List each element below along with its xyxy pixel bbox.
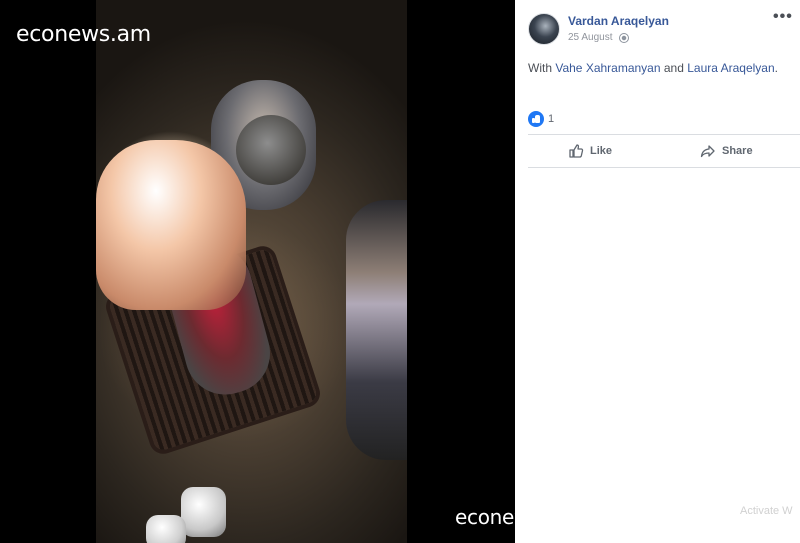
divider	[528, 167, 800, 168]
reactions-summary[interactable]: 1	[528, 110, 554, 128]
share-button-label: Share	[722, 145, 753, 157]
like-button[interactable]: Like	[568, 141, 612, 161]
with-end-punct: .	[774, 61, 778, 75]
divider	[528, 134, 800, 135]
globe-icon	[619, 33, 629, 43]
tagged-people: With Vahe Xahramanyan and Laura Araqelya…	[528, 61, 778, 75]
more-options-icon[interactable]: •••	[773, 9, 793, 26]
like-reaction-icon	[528, 111, 544, 127]
with-conjunction: and	[663, 61, 684, 75]
photo-viewer[interactable]: econews.am	[0, 0, 515, 543]
tagged-person-link[interactable]: Laura Araqelyan	[687, 61, 774, 75]
share-icon	[700, 143, 716, 159]
avatar[interactable]	[528, 13, 560, 45]
activate-windows-watermark: Activate W	[740, 505, 793, 517]
watermark-top: econews.am	[16, 22, 151, 47]
tagged-person-link[interactable]: Vahe Xahramanyan	[555, 61, 660, 75]
photo-person-right	[346, 200, 407, 460]
thumbs-up-icon	[568, 143, 584, 159]
photo-bottle	[181, 487, 226, 537]
like-count: 1	[548, 113, 555, 125]
share-button[interactable]: Share	[700, 141, 753, 161]
photo-person-head	[236, 115, 306, 185]
like-button-label: Like	[590, 145, 613, 157]
photo-person-left	[96, 140, 246, 310]
post-sidebar: Vardan Araqelyan 25 August ••• With Vahe…	[515, 0, 800, 543]
post-photo[interactable]	[96, 0, 407, 543]
photo-bottle	[146, 515, 186, 543]
post-date[interactable]: 25 August	[568, 32, 612, 43]
author-name[interactable]: Vardan Araqelyan	[568, 14, 669, 28]
with-prefix: With	[528, 61, 552, 75]
